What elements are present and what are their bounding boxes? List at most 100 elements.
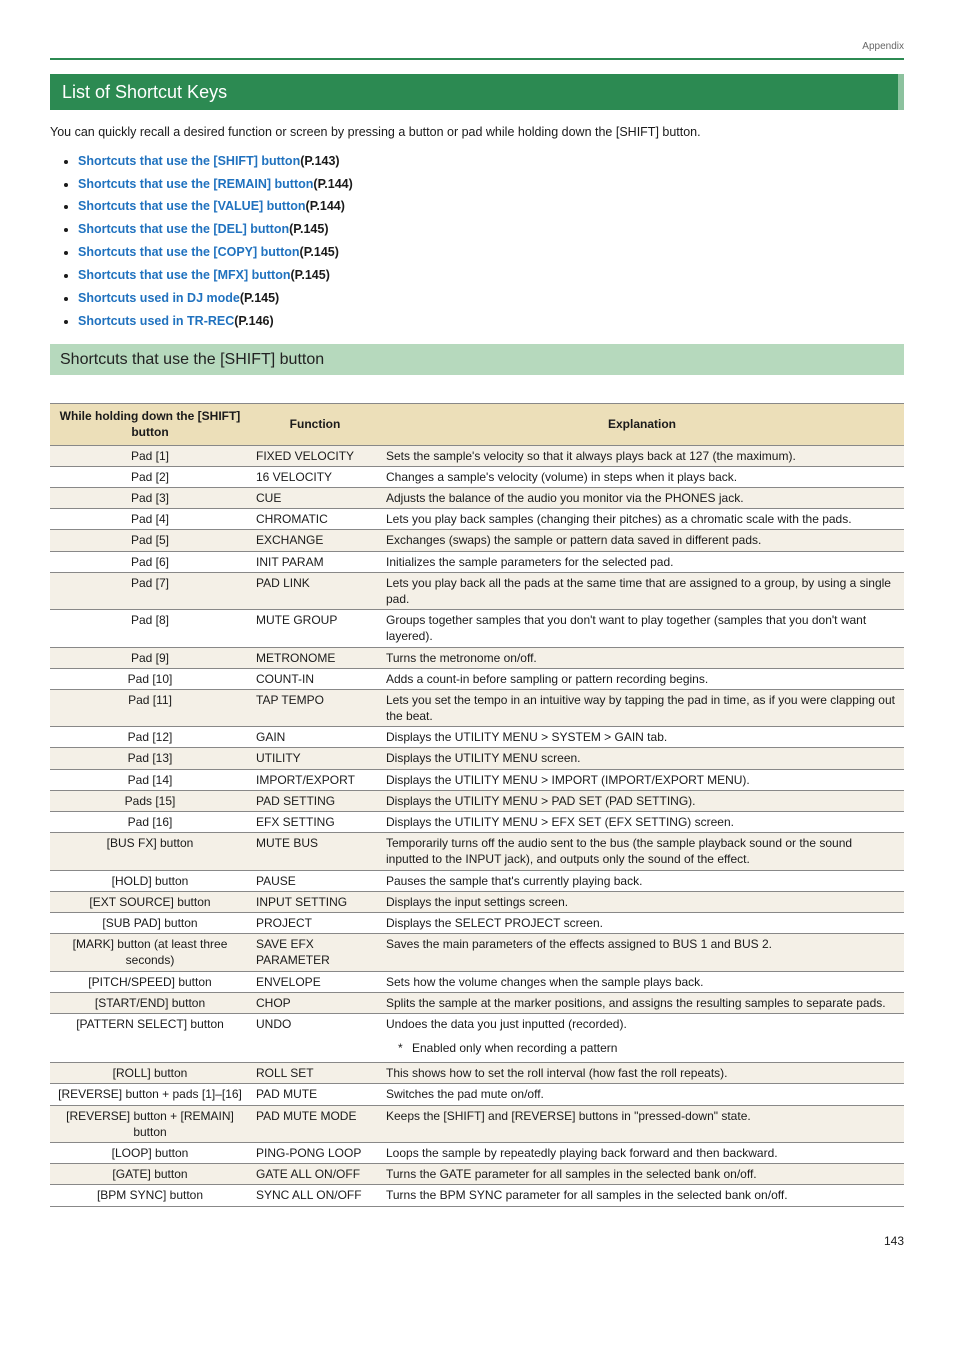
table-cell-key: Pad [5] [50,530,250,551]
table-cell-func: IMPORT/EXPORT [250,769,380,790]
table-cell-func: EFX SETTING [250,812,380,833]
table-cell-func: PAD SETTING [250,790,380,811]
table-cell-expl: Sets how the volume changes when the sam… [380,971,904,992]
table-header-expl: Explanation [380,404,904,445]
table-cell-func: TAP TEMPO [250,689,380,726]
table-cell-key: Pad [6] [50,551,250,572]
table-row: [BPM SYNC] buttonSYNC ALL ON/OFFTurns th… [50,1185,904,1206]
table-cell-key: Pad [8] [50,610,250,647]
toc-link-page: (P.146) [234,314,273,328]
toc-link-text[interactable]: Shortcuts that use the [VALUE] button [78,199,306,213]
table-row: Pads [15]PAD SETTINGDisplays the UTILITY… [50,790,904,811]
table-cell-func: MUTE BUS [250,833,380,870]
table-cell-expl: Displays the UTILITY MENU screen. [380,748,904,769]
table-row: Pad [3]CUEAdjusts the balance of the aud… [50,488,904,509]
table-cell-func: 16 VELOCITY [250,466,380,487]
toc-link-page: (P.145) [240,291,279,305]
toc-link-item: Shortcuts used in TR-REC(P.146) [78,313,904,330]
table-cell-func: FIXED VELOCITY [250,445,380,466]
table-cell-func: GATE ALL ON/OFF [250,1164,380,1185]
table-cell-key: [PATTERN SELECT] button [50,1013,250,1062]
table-cell-key: [START/END] button [50,992,250,1013]
table-cell-key: [BPM SYNC] button [50,1185,250,1206]
table-cell-key: [BUS FX] button [50,833,250,870]
table-cell-key: Pad [11] [50,689,250,726]
toc-link-text[interactable]: Shortcuts used in DJ mode [78,291,240,305]
table-row: [ROLL] buttonROLL SETThis shows how to s… [50,1063,904,1084]
table-cell-func: SAVE EFX PARAMETER [250,934,380,971]
toc-link-text[interactable]: Shortcuts that use the [COPY] button [78,245,300,259]
table-cell-expl: Groups together samples that you don't w… [380,610,904,647]
table-cell-expl: Sets the sample's velocity so that it al… [380,445,904,466]
toc-link-page: (P.144) [306,199,345,213]
table-cell-expl: Saves the main parameters of the effects… [380,934,904,971]
toc-link-text[interactable]: Shortcuts used in TR-REC [78,314,234,328]
table-cell-key: Pad [1] [50,445,250,466]
table-cell-key: [REVERSE] button + pads [1]–[16] [50,1084,250,1105]
toc-link-text[interactable]: Shortcuts that use the [MFX] button [78,268,290,282]
table-row: [GATE] buttonGATE ALL ON/OFFTurns the GA… [50,1164,904,1185]
table-cell-expl: Lets you play back all the pads at the s… [380,572,904,609]
table-cell-key: [SUB PAD] button [50,912,250,933]
table-cell-key: [REVERSE] button + [REMAIN] button [50,1105,250,1142]
toc-link-item: Shortcuts that use the [VALUE] button(P.… [78,198,904,215]
toc-link-text[interactable]: Shortcuts that use the [SHIFT] button [78,154,300,168]
table-header-func: Function [250,404,380,445]
table-cell-key: Pad [10] [50,668,250,689]
table-cell-key: Pad [4] [50,509,250,530]
table-row: [PATTERN SELECT] buttonUNDOUndoes the da… [50,1013,904,1062]
page-number: 143 [50,1233,904,1249]
table-cell-expl: Exchanges (swaps) the sample or pattern … [380,530,904,551]
table-cell-func: SYNC ALL ON/OFF [250,1185,380,1206]
table-row: Pad [12]GAINDisplays the UTILITY MENU > … [50,727,904,748]
toc-link-item: Shortcuts used in DJ mode(P.145) [78,290,904,307]
toc-link-item: Shortcuts that use the [COPY] button(P.1… [78,244,904,261]
toc-link-page: (P.144) [313,177,352,191]
table-row: Pad [8]MUTE GROUPGroups together samples… [50,610,904,647]
table-cell-func: UNDO [250,1013,380,1062]
table-cell-func: PROJECT [250,912,380,933]
table-cell-expl: Turns the GATE parameter for all samples… [380,1164,904,1185]
table-cell-expl: Turns the BPM SYNC parameter for all sam… [380,1185,904,1206]
table-row: [PITCH/SPEED] buttonENVELOPESets how the… [50,971,904,992]
toc-link-item: Shortcuts that use the [DEL] button(P.14… [78,221,904,238]
table-cell-func: PAD LINK [250,572,380,609]
table-cell-func: GAIN [250,727,380,748]
toc-link-text[interactable]: Shortcuts that use the [REMAIN] button [78,177,313,191]
table-row: Pad [1]FIXED VELOCITYSets the sample's v… [50,445,904,466]
table-cell-func: PAUSE [250,870,380,891]
table-cell-expl: Displays the SELECT PROJECT screen. [380,912,904,933]
table-row: Pad [14]IMPORT/EXPORTDisplays the UTILIT… [50,769,904,790]
table-row: [EXT SOURCE] buttonINPUT SETTINGDisplays… [50,891,904,912]
table-row: Pad [9]METRONOMETurns the metronome on/o… [50,647,904,668]
table-cell-expl: Keeps the [SHIFT] and [REVERSE] buttons … [380,1105,904,1142]
table-cell-func: PING-PONG LOOP [250,1143,380,1164]
table-cell-expl: Displays the UTILITY MENU > SYSTEM > GAI… [380,727,904,748]
toc-link-item: Shortcuts that use the [REMAIN] button(P… [78,176,904,193]
table-cell-key: [LOOP] button [50,1143,250,1164]
toc-link-item: Shortcuts that use the [SHIFT] button(P.… [78,153,904,170]
table-row: [LOOP] buttonPING-PONG LOOPLoops the sam… [50,1143,904,1164]
table-row: Pad [13]UTILITYDisplays the UTILITY MENU… [50,748,904,769]
toc-link-item: Shortcuts that use the [MFX] button(P.14… [78,267,904,284]
toc-links: Shortcuts that use the [SHIFT] button (P.… [78,153,904,330]
table-cell-func: UTILITY [250,748,380,769]
table-cell-key: Pad [2] [50,466,250,487]
section-title: List of Shortcut Keys [50,74,904,110]
table-cell-key: Pad [13] [50,748,250,769]
table-row: Pad [16]EFX SETTINGDisplays the UTILITY … [50,812,904,833]
subsection-title: Shortcuts that use the [SHIFT] button [50,344,904,376]
table-cell-key: Pad [14] [50,769,250,790]
table-row: Pad [7]PAD LINKLets you play back all th… [50,572,904,609]
table-cell-expl: Displays the UTILITY MENU > EFX SET (EFX… [380,812,904,833]
intro-paragraph: You can quickly recall a desired functio… [50,124,904,141]
table-row: Pad [11]TAP TEMPOLets you set the tempo … [50,689,904,726]
table-cell-func: CHOP [250,992,380,1013]
toc-link-text[interactable]: Shortcuts that use the [DEL] button [78,222,289,236]
table-cell-key: [EXT SOURCE] button [50,891,250,912]
table-cell-func: CUE [250,488,380,509]
table-cell-func: INPUT SETTING [250,891,380,912]
table-row: [MARK] button (at least three seconds)SA… [50,934,904,971]
table-cell-func: ROLL SET [250,1063,380,1084]
table-row: Pad [5]EXCHANGEExchanges (swaps) the sam… [50,530,904,551]
